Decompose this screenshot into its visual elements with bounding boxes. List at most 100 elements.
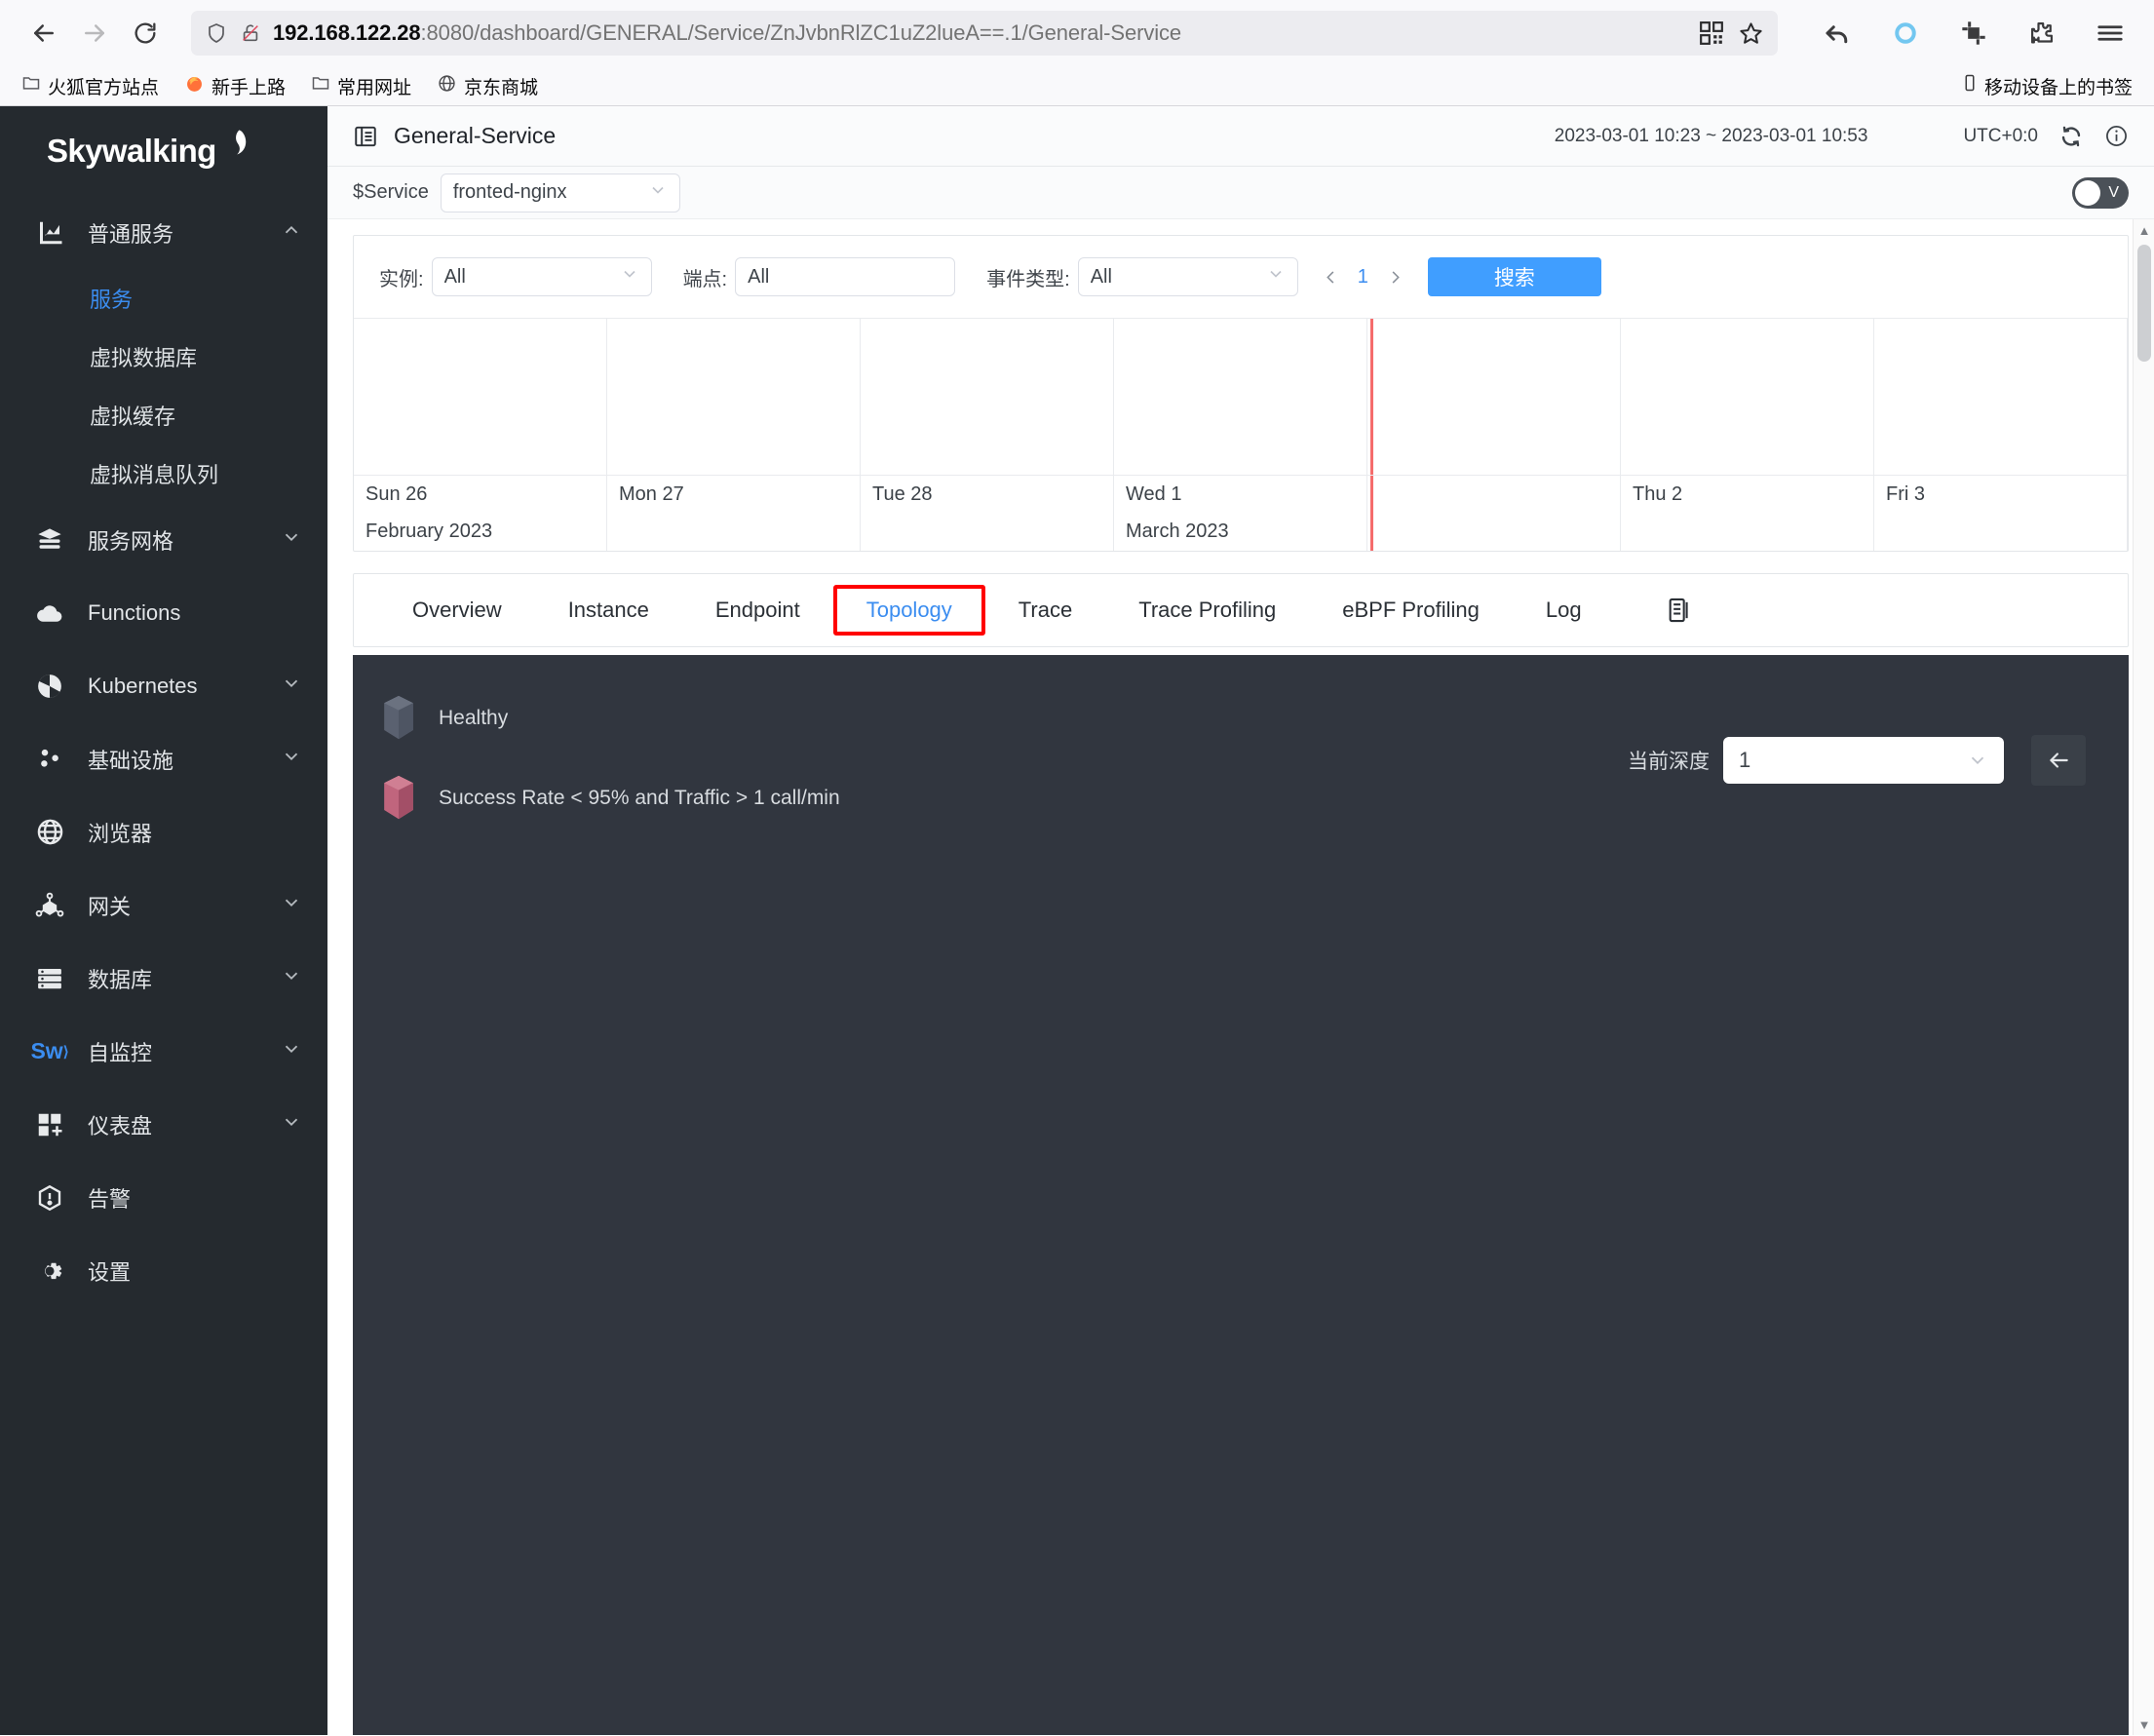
url-bar[interactable]: 192.168.122.28:8080/dashboard/GENERAL/Se… — [191, 11, 1778, 56]
sidebar-item-self-monitoring[interactable]: Sw ⟩ 自监控 — [0, 1015, 327, 1088]
tab-label: Trace — [1018, 598, 1073, 622]
service-select[interactable]: fronted-nginx — [440, 173, 680, 212]
chevron-down-icon — [1266, 264, 1286, 289]
timeline-column — [607, 319, 861, 475]
back-arrow-icon[interactable] — [21, 11, 66, 56]
refresh-icon[interactable] — [2059, 125, 2083, 148]
page-header: General-Service 2023-03-01 10:23 ~ 2023-… — [327, 106, 2154, 167]
database-icon — [33, 962, 66, 995]
skywalking-sw-icon: Sw ⟩ — [30, 1038, 69, 1063]
sidebar-item-settings[interactable]: 设置 — [0, 1234, 327, 1307]
sidebar-item-functions[interactable]: Functions — [0, 576, 327, 649]
tab-topology[interactable]: Topology — [832, 585, 985, 636]
tab-log[interactable]: Log — [1513, 585, 1615, 636]
shield-icon[interactable] — [205, 20, 228, 46]
tab-trace[interactable]: Trace — [985, 585, 1105, 636]
lock-broken-icon[interactable] — [240, 20, 261, 46]
chevron-left-icon[interactable] — [1322, 268, 1340, 287]
cloud-icon — [33, 597, 66, 630]
back-button[interactable] — [2031, 735, 2086, 786]
sidebar-subitem-virtual-cache[interactable]: 虚拟缓存 — [0, 386, 327, 444]
chevron-down-icon[interactable] — [281, 673, 302, 700]
folder-icon — [311, 73, 330, 98]
mesh-icon — [33, 523, 66, 557]
time-range-label[interactable]: 2023-03-01 10:23 ~ 2023-03-01 10:53 — [1555, 126, 1868, 147]
timeline-month: February 2023 — [365, 521, 493, 542]
tab-ebpf-profiling[interactable]: eBPF Profiling — [1309, 585, 1513, 636]
hamburger-menu-icon[interactable] — [2088, 11, 2133, 56]
extensions-puzzle-icon[interactable] — [2019, 11, 2064, 56]
tab-overview[interactable]: Overview — [379, 585, 535, 636]
sidebar-item-label: 设置 — [88, 1259, 132, 1285]
chevron-down-icon[interactable] — [281, 526, 302, 554]
copy-pages-icon[interactable] — [1666, 596, 1693, 625]
sidebar-item-kubernetes[interactable]: Kubernetes — [0, 649, 327, 722]
timeline-label-cell: Fri 3 — [1874, 476, 2128, 551]
scroll-up-icon[interactable]: ▲ — [2134, 219, 2154, 241]
chevron-down-icon[interactable] — [281, 1111, 302, 1138]
bookmark-star-icon[interactable] — [1738, 20, 1764, 47]
sidebar-subitem-label: 虚拟消息队列 — [90, 463, 219, 487]
timeline-label-cell: Tue 28 — [861, 476, 1114, 551]
view-toggle[interactable]: V — [2072, 176, 2129, 209]
search-button[interactable]: 搜索 — [1427, 257, 1601, 296]
screenshot-crop-icon[interactable] — [1951, 11, 1996, 56]
toggle-knob — [2075, 179, 2100, 206]
tabs-bar: Overview Instance Endpoint Topology Trac… — [354, 574, 2128, 646]
tab-label: Log — [1545, 598, 1582, 622]
endpoint-input[interactable]: All — [735, 257, 956, 296]
bookmark-item[interactable]: 新手上路 — [184, 73, 286, 99]
browser-chrome: 192.168.122.28:8080/dashboard/GENERAL/Se… — [0, 0, 2154, 106]
sidebar-item-browser[interactable]: 浏览器 — [0, 795, 327, 868]
bookmark-item[interactable]: 京东商城 — [437, 73, 538, 99]
bookmark-item[interactable]: 常用网址 — [311, 73, 411, 99]
sidebar-item-dashboard[interactable]: 仪表盘 — [0, 1088, 327, 1161]
sidebar-item-label: 网关 — [88, 894, 132, 919]
qr-code-icon[interactable] — [1699, 20, 1724, 46]
sidebar-item-gateway[interactable]: 网关 — [0, 868, 327, 942]
info-circle-icon[interactable] — [2104, 124, 2129, 148]
page-number[interactable]: 1 — [1358, 266, 1368, 289]
content-scrollbar[interactable]: ▲ ▼ — [2133, 219, 2154, 1735]
legend-item-healthy: Healthy — [380, 694, 840, 743]
tab-endpoint[interactable]: Endpoint — [682, 585, 833, 636]
forward-arrow-icon[interactable] — [72, 11, 117, 56]
mobile-bookmarks-item[interactable]: 移动设备上的书签 — [1961, 72, 2133, 99]
chevron-down-icon[interactable] — [281, 965, 302, 992]
event-type-select[interactable]: All — [1077, 257, 1298, 296]
chevron-down-icon[interactable] — [281, 1038, 302, 1065]
tab-label: Instance — [567, 598, 649, 622]
instance-select[interactable]: All — [431, 257, 652, 296]
topology-canvas[interactable]: Healthy Success Rate < 95% and Traffic >… — [353, 655, 2129, 1735]
bookmark-item[interactable]: 火狐官方站点 — [21, 73, 159, 99]
scrollbar-thumb[interactable] — [2137, 245, 2151, 362]
tab-instance[interactable]: Instance — [535, 585, 682, 636]
sidebar-item-service-mesh[interactable]: 服务网格 — [0, 503, 327, 576]
sidebar-subitem-virtual-mq[interactable]: 虚拟消息队列 — [0, 444, 327, 503]
sidebar-subitem-virtual-database[interactable]: 虚拟数据库 — [0, 328, 327, 386]
sidebar-item-infrastructure[interactable]: 基础设施 — [0, 722, 327, 795]
sidebar-item-database[interactable]: 数据库 — [0, 942, 327, 1015]
timeline-label-cell: Mon 27 — [607, 476, 861, 551]
reload-icon[interactable] — [123, 11, 168, 56]
service-select-value: fronted-nginx — [452, 181, 567, 203]
history-back-icon[interactable] — [1815, 11, 1860, 56]
sync-circle-icon[interactable] — [1883, 11, 1928, 56]
sidebar-item-alarm[interactable]: 告警 — [0, 1161, 327, 1234]
depth-select[interactable]: 1 — [1723, 737, 2004, 784]
sidebar-item-label: 告警 — [88, 1186, 132, 1212]
chevron-down-icon[interactable] — [281, 892, 302, 919]
chevron-down-icon[interactable] — [281, 746, 302, 773]
chevron-up-icon[interactable] — [281, 219, 302, 247]
collapse-panel-icon[interactable] — [353, 124, 378, 149]
sidebar-item-general-service[interactable]: 普通服务 — [0, 196, 327, 269]
scroll-down-icon[interactable]: ▼ — [2134, 1714, 2154, 1735]
endpoint-filter-label: 端点: — [682, 268, 728, 290]
sidebar: Skywalking 普通服务 服务 虚拟数据库 虚拟缓存 虚拟消息队列 服务网… — [0, 106, 327, 1735]
sidebar-subitem-label: 虚拟缓存 — [90, 405, 176, 429]
skywalking-logo[interactable]: Skywalking — [0, 106, 327, 196]
tab-trace-profiling[interactable]: Trace Profiling — [1105, 585, 1309, 636]
sidebar-subitem-service[interactable]: 服务 — [0, 269, 327, 328]
chevron-right-icon[interactable] — [1386, 268, 1404, 287]
sidebar-item-label: 基础设施 — [88, 748, 174, 773]
